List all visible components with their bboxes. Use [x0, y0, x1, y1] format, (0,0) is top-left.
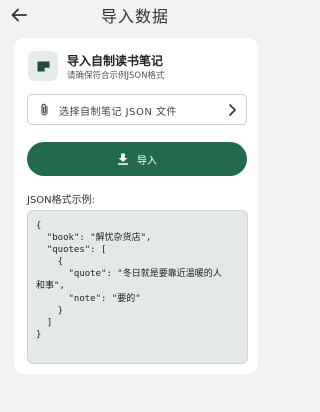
- card-title: 导入自制读书笔记: [67, 54, 164, 68]
- code-line: 和事",: [36, 281, 65, 292]
- code-line: }: [36, 329, 42, 340]
- card-subtitle: 请确保符合示例JSON格式: [67, 71, 165, 81]
- code-line: ]: [36, 317, 53, 328]
- code-line: "quotes": [: [36, 245, 107, 256]
- page-title: 导入数据: [100, 7, 169, 26]
- chevron-right-icon: [229, 104, 236, 116]
- note-icon-badge: [28, 51, 58, 81]
- note-icon: [37, 61, 49, 71]
- download-icon: [118, 153, 128, 165]
- import-button-label: 导入: [137, 155, 157, 167]
- code-line: "note": "要的": [36, 293, 141, 304]
- code-line: }: [36, 305, 64, 316]
- code-line: "quote": "冬日就是要靠近温暖的人: [36, 269, 222, 280]
- code-line: {: [36, 257, 64, 268]
- code-line: {: [36, 221, 42, 231]
- code-line: "book": "解忧杂货店",: [36, 233, 152, 244]
- app-bar: 导入数据: [0, 0, 270, 30]
- choose-file-label: 选择自制笔记 JSON 文件: [59, 107, 178, 118]
- choose-file-button[interactable]: 选择自制笔记 JSON 文件: [27, 94, 247, 125]
- import-button[interactable]: 导入: [27, 142, 247, 176]
- import-card: 导入自制读书笔记 请确保符合示例JSON格式 选择自制笔记 JSON 文件 导入…: [14, 38, 258, 374]
- json-example-block: { "book": "解忧杂货店", "quotes": [ { "quote"…: [27, 210, 248, 364]
- paperclip-icon: [41, 103, 48, 116]
- example-label: JSON格式示例:: [27, 195, 96, 206]
